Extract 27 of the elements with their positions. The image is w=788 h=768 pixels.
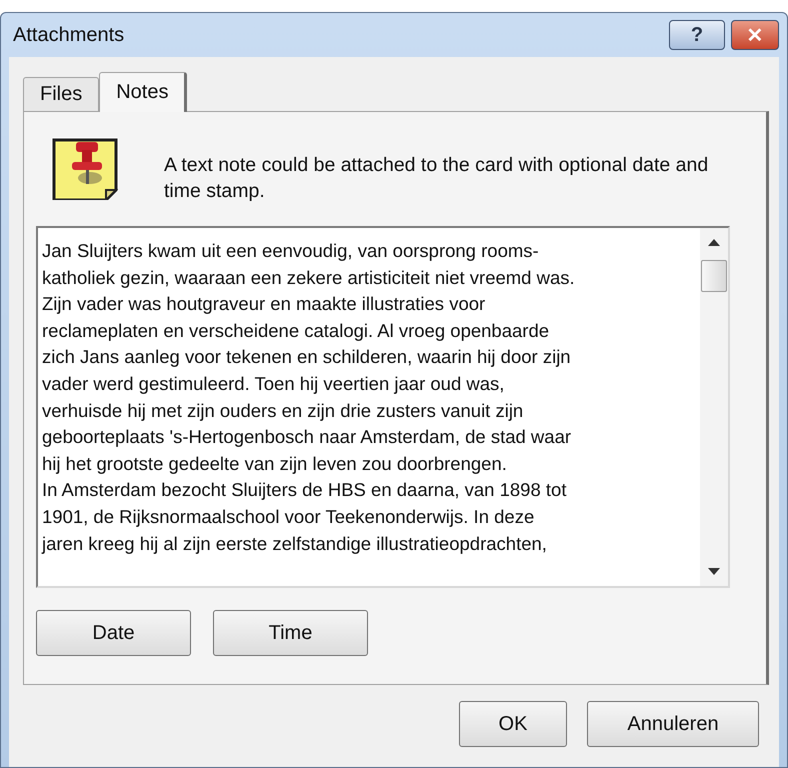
- scroll-down-icon: [708, 568, 720, 576]
- scroll-thumb[interactable]: [701, 260, 727, 292]
- help-button[interactable]: ?: [669, 20, 725, 50]
- scrollbar[interactable]: [700, 228, 728, 586]
- note-text-line: vader werd gestimuleerd. Toen hij veertien jaar oud was,: [42, 372, 506, 396]
- note-text-line: geboorteplaats 's-Hertogenbosch naar Amsterdam, de stad waar: [42, 425, 572, 450]
- tab[interactable]: Files: [23, 77, 100, 111]
- note-text-line: Zijn vader was houtgraveur en maakte illustraties voor: [42, 292, 486, 316]
- dialog-button[interactable]: OK: [459, 701, 567, 747]
- dialog-button[interactable]: Annuleren: [587, 701, 759, 747]
- note-text-line: 1901, de Rijksnormaalschool voor Teekenonderwijs. In deze: [42, 504, 536, 529]
- note-text-line: verhuisde hij met zijn ouders en zijn drie zusters vanuit zijn: [42, 398, 524, 423]
- description-text: A text note could be attached to the card with optional date and time stamp.: [164, 153, 710, 204]
- note-text-line: reclameplaten en verscheidene catalogi. Al vroeg openbaarde: [42, 318, 550, 343]
- window-title: Attachments: [12, 24, 126, 46]
- note-text-line: katholiek gezin, waaraan een zekere artisticiteit niet vreemd was.: [42, 266, 576, 290]
- note-text-line: jaren kreeg hij al zijn eerste zelfstandige illustratieopdrachten,: [42, 532, 548, 556]
- note-text-line: Jan Sluijters kwam uit een eenvoudig, van oorsprong rooms-: [42, 239, 540, 263]
- note-text-line: In Amsterdam bezocht Sluijters de HBS en daarna, van 1898 tot: [42, 478, 568, 502]
- note-text-line: hij het grootste gedeelte van zijn leven zou doorbrengen.: [42, 452, 508, 476]
- note-text-area[interactable]: [36, 226, 730, 588]
- note-text-line: zich Jans aanleg voor tekenen en schilderen, waarin hij door zijn: [42, 345, 572, 370]
- stamp-button[interactable]: Date: [36, 610, 191, 656]
- scroll-up-icon: [708, 238, 720, 246]
- pinned-note-icon: [52, 138, 118, 200]
- tab[interactable]: Notes: [99, 72, 188, 112]
- stamp-button[interactable]: Time: [213, 610, 368, 656]
